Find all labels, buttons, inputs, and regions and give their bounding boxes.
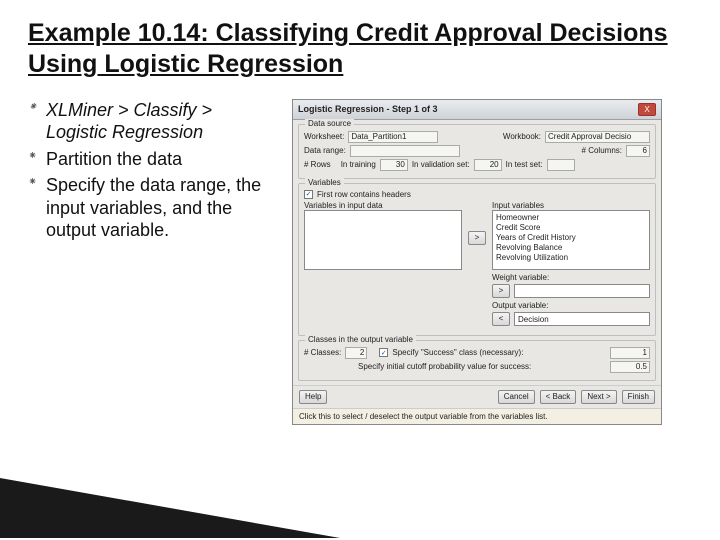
group-label: Variables — [305, 178, 344, 187]
bullet-list: XLMiner > Classify > Logistic Regression… — [28, 99, 278, 425]
columns-field: 6 — [626, 145, 650, 157]
group-label: Data source — [305, 119, 354, 128]
move-right-button[interactable]: > — [468, 231, 486, 245]
back-button[interactable]: < Back — [540, 390, 577, 404]
success-class-field[interactable]: 1 — [610, 347, 650, 359]
next-button[interactable]: Next > — [581, 390, 616, 404]
training-field: 30 — [380, 159, 408, 171]
classes-count-label: # Classes: — [304, 348, 341, 357]
classes-group: Classes in the output variable # Classes… — [298, 340, 656, 381]
training-label: In training — [341, 160, 376, 169]
output-label: Output variable: — [492, 301, 650, 310]
bullet-item: XLMiner > Classify > Logistic Regression — [28, 99, 278, 144]
worksheet-label: Worksheet: — [304, 132, 344, 141]
cancel-button[interactable]: Cancel — [498, 390, 535, 404]
weight-label: Weight variable: — [492, 273, 650, 282]
first-row-headers-label: First row contains headers — [317, 190, 411, 199]
input-variables-caption: Variables in input data — [304, 201, 462, 210]
validation-field: 20 — [474, 159, 502, 171]
included-variables-list[interactable]: Homeowner Credit Score Years of Credit H… — [492, 210, 650, 270]
bullet-item: Partition the data — [28, 148, 278, 171]
output-field[interactable]: Decision — [514, 312, 650, 326]
dialog-hint: Click this to select / deselect the outp… — [293, 408, 661, 424]
worksheet-field[interactable]: Data_Partition1 — [348, 131, 438, 143]
cutoff-field[interactable]: 0.5 — [610, 361, 650, 373]
columns-label: # Columns: — [582, 146, 622, 155]
move-output-button[interactable]: < — [492, 312, 510, 326]
data-range-label: Data range: — [304, 146, 346, 155]
list-item[interactable]: Homeowner — [496, 213, 646, 223]
dialog-button-row: Help Cancel < Back Next > Finish — [293, 385, 661, 408]
slide-corner-decor — [0, 478, 340, 538]
list-item[interactable]: Revolving Utilization — [496, 253, 646, 263]
page-title: Example 10.14: Classifying Credit Approv… — [28, 18, 692, 81]
variables-group: Variables ✓ First row contains headers V… — [298, 183, 656, 336]
specify-success-label: Specify "Success" class (necessary): — [392, 348, 523, 357]
list-item[interactable]: Credit Score — [496, 223, 646, 233]
input-variables-list[interactable] — [304, 210, 462, 270]
included-variables-caption: Input variables — [492, 201, 650, 210]
close-icon[interactable]: X — [638, 103, 656, 116]
group-label: Classes in the output variable — [305, 335, 416, 344]
dialog-title: Logistic Regression - Step 1 of 3 — [298, 104, 438, 114]
list-item[interactable]: Years of Credit History — [496, 233, 646, 243]
workbook-field[interactable]: Credit Approval Decisio — [545, 131, 650, 143]
specify-success-checkbox[interactable]: ✓ — [379, 348, 388, 357]
rows-label: # Rows — [304, 160, 331, 169]
move-weight-button[interactable]: > — [492, 284, 510, 298]
bullet-item: Specify the data range, the input variab… — [28, 174, 278, 242]
logistic-regression-dialog: Logistic Regression - Step 1 of 3 X Data… — [292, 99, 662, 425]
test-label: In test set: — [506, 160, 543, 169]
cutoff-label: Specify initial cutoff probability value… — [358, 362, 531, 371]
test-field — [547, 159, 575, 171]
help-button[interactable]: Help — [299, 390, 327, 404]
workbook-label: Workbook: — [503, 132, 541, 141]
dialog-screenshot: Logistic Regression - Step 1 of 3 X Data… — [292, 99, 692, 425]
data-range-field[interactable] — [350, 145, 460, 157]
finish-button[interactable]: Finish — [622, 390, 655, 404]
dialog-titlebar: Logistic Regression - Step 1 of 3 X — [293, 100, 661, 120]
first-row-headers-checkbox[interactable]: ✓ — [304, 190, 313, 199]
validation-label: In validation set: — [412, 160, 470, 169]
list-item[interactable]: Revolving Balance — [496, 243, 646, 253]
data-source-group: Data source Worksheet: Data_Partition1 W… — [298, 124, 656, 179]
weight-field[interactable] — [514, 284, 650, 298]
classes-count-field: 2 — [345, 347, 367, 359]
